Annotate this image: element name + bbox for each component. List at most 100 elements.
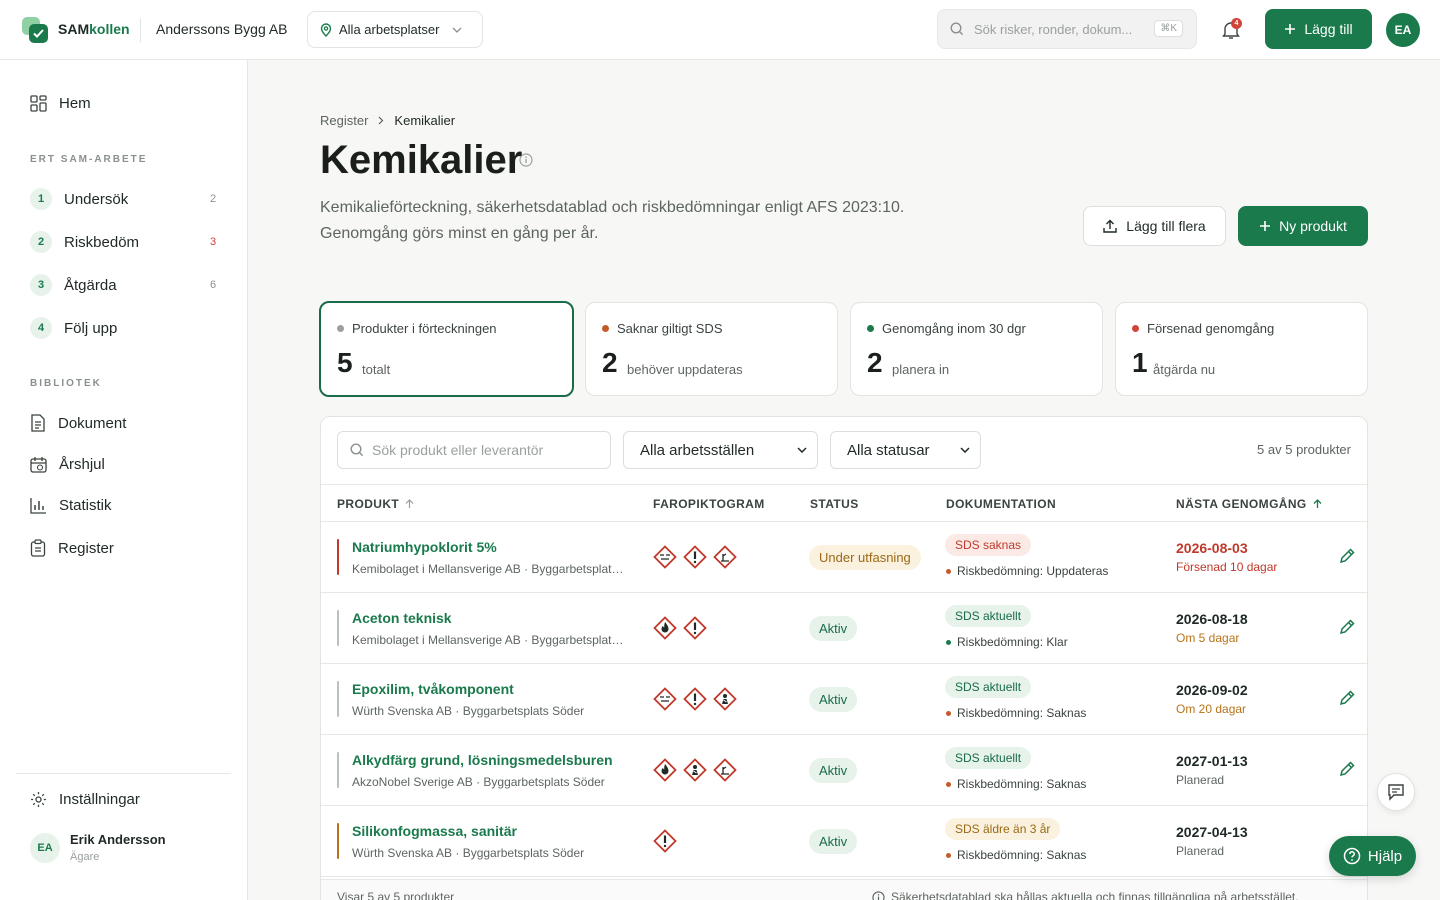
- site-selector[interactable]: Alla arbetsplatser: [307, 11, 483, 48]
- flammable-pictogram-icon: [653, 616, 677, 640]
- column-header-next-review[interactable]: NÄSTA GENOMGÅNG: [1176, 497, 1322, 511]
- table-row[interactable]: Aceton teknisk Kemibolaget i Mellansveri…: [321, 593, 1367, 664]
- plus-icon: [1285, 24, 1296, 34]
- product-name[interactable]: Natriumhypoklorit 5%: [352, 539, 497, 555]
- bulk-add-button[interactable]: Lägg till flera: [1083, 206, 1226, 246]
- bulk-add-label: Lägg till flera: [1126, 218, 1206, 234]
- add-button[interactable]: Lägg till: [1265, 9, 1372, 49]
- sidebar-item-home[interactable]: Hem: [30, 95, 91, 112]
- product-supplier: Kemibolaget i Mellansverige AB · Byggarb…: [352, 633, 627, 647]
- divider: [140, 18, 141, 42]
- status-dot: [337, 325, 344, 332]
- next-review-relative: Planerad: [1176, 773, 1225, 787]
- column-header-product[interactable]: PRODUKT: [337, 497, 414, 511]
- main-content: Register Kemikalier Kemikalier Kemikalie…: [248, 60, 1440, 900]
- table-row[interactable]: Alkydfärg grund, lösningsmedelsburen Akz…: [321, 735, 1367, 806]
- location-pin-icon: [320, 22, 332, 37]
- page-description: Kemikalieförteckning, säkerhetsdatablad …: [320, 199, 905, 242]
- plus-icon: [1260, 221, 1271, 231]
- notification-count-badge: 4: [1231, 18, 1242, 29]
- risk-assessment-status: Riskbedömning: Klar: [946, 635, 1068, 649]
- product-name[interactable]: Alkydfärg grund, lösningsmedelsburen: [352, 752, 613, 768]
- sidebar-item-register[interactable]: Register: [30, 539, 114, 557]
- product-name[interactable]: Silikonfogmassa, sanitär: [352, 823, 517, 839]
- sidebar-item-atgarda[interactable]: 3 Åtgärda: [30, 274, 117, 296]
- row-indicator: [337, 752, 339, 788]
- global-search-placeholder: Sök risker, ronder, dokum...: [974, 21, 1133, 37]
- next-review-relative: Försenad 10 dagar: [1176, 560, 1278, 574]
- new-product-label: Ny produkt: [1279, 218, 1347, 234]
- new-product-button[interactable]: Ny produkt: [1238, 206, 1368, 246]
- sidebar-item-undersok[interactable]: 1 Undersök: [30, 188, 128, 210]
- environment-pictogram-icon: [713, 758, 737, 782]
- sds-badge: SDS saknas: [945, 534, 1032, 556]
- breadcrumb: Register Kemikalier: [320, 113, 455, 128]
- next-review-date: 2026-09-02: [1176, 682, 1248, 698]
- product-supplier: Würth Svenska AB · Byggarbetsplats Söder: [352, 846, 585, 860]
- edit-icon[interactable]: [1339, 690, 1355, 706]
- site-selector-label: Alla arbetsplatser: [339, 22, 440, 37]
- exclamation-pictogram-icon: [653, 829, 677, 853]
- corrosive-pictogram-icon: [653, 545, 677, 569]
- notifications-button[interactable]: 4: [1220, 18, 1242, 41]
- page-title: Kemikalier: [320, 138, 523, 182]
- sidebar-item-settings[interactable]: Inställningar: [30, 791, 140, 808]
- sds-badge: SDS aktuellt: [945, 605, 1032, 627]
- stat-card-missing-sds[interactable]: Saknar giltigt SDS 2 behöver uppdateras: [585, 302, 838, 396]
- product-name[interactable]: Aceton teknisk: [352, 610, 452, 626]
- edit-icon[interactable]: [1339, 548, 1355, 564]
- site-filter-select[interactable]: Alla arbetsställen: [623, 431, 818, 469]
- table-row[interactable]: Silikonfogmassa, sanitär Würth Svenska A…: [321, 806, 1367, 877]
- sidebar-item-riskbedom[interactable]: 2 Riskbedöm: [30, 231, 139, 253]
- feedback-button[interactable]: [1377, 773, 1415, 811]
- column-header-status: STATUS: [810, 497, 859, 511]
- sidebar-item-label: Undersök: [64, 190, 129, 208]
- product-search-input[interactable]: Sök produkt eller leverantör: [337, 431, 611, 469]
- stat-card-total[interactable]: Produkter i förteckningen 5 totalt: [319, 301, 574, 397]
- brand-name[interactable]: SAMkollen: [58, 21, 130, 37]
- row-indicator: [337, 823, 339, 859]
- sidebar-item-folj-upp[interactable]: 4 Följ upp: [30, 317, 117, 339]
- sidebar-item-label: Statistik: [59, 497, 112, 514]
- step-count: 2: [210, 193, 217, 205]
- edit-icon[interactable]: [1339, 619, 1355, 635]
- table-footer: Visar 5 av 5 produkter Säkerhetsdatablad…: [321, 879, 1367, 900]
- help-button[interactable]: Hjälp: [1329, 836, 1416, 876]
- sidebar-item-arshjul[interactable]: Årshjul: [30, 456, 105, 473]
- stat-card-review-soon[interactable]: Genomgång inom 30 dgr 2 planera in: [850, 302, 1103, 396]
- document-icon: [31, 414, 45, 432]
- gear-icon: [31, 792, 46, 807]
- info-icon[interactable]: [519, 153, 533, 167]
- user-avatar[interactable]: EA: [30, 833, 60, 863]
- sidebar-item-label: Årshjul: [59, 456, 105, 473]
- sidebar-divider: [16, 773, 231, 774]
- product-name[interactable]: Epoxilim, tvåkomponent: [352, 681, 514, 697]
- chat-icon: [1388, 784, 1404, 801]
- sidebar-item-statistik[interactable]: Statistik: [30, 497, 112, 514]
- chevron-down-icon: [960, 447, 970, 453]
- chevron-down-icon: [452, 27, 462, 33]
- table-row[interactable]: Natriumhypoklorit 5% Kemibolaget i Mella…: [321, 522, 1367, 593]
- section-heading-sam: ERT SAM-ARBETE: [30, 154, 148, 165]
- status-badge: Aktiv: [809, 616, 858, 641]
- row-indicator: [337, 610, 339, 646]
- company-name: Anderssons Bygg AB: [156, 21, 288, 37]
- help-circle-icon: [1343, 847, 1361, 865]
- chevron-down-icon: [797, 447, 807, 453]
- breadcrumb-current: Kemikalier: [394, 113, 456, 128]
- health-hazard-pictogram-icon: [713, 687, 737, 711]
- risk-assessment-status: Riskbedömning: Uppdateras: [946, 564, 1108, 578]
- global-search-input[interactable]: Sök risker, ronder, dokum... ⌘K: [937, 9, 1197, 49]
- table-row[interactable]: Epoxilim, tvåkomponent Würth Svenska AB …: [321, 664, 1367, 735]
- sort-arrow-icon: [1313, 499, 1322, 508]
- sds-badge: SDS äldre än 3 år: [945, 818, 1061, 840]
- sidebar-item-dokument[interactable]: Dokument: [30, 414, 126, 432]
- product-supplier: Würth Svenska AB · Byggarbetsplats Söder: [352, 704, 585, 718]
- edit-icon[interactable]: [1339, 761, 1355, 777]
- status-filter-select[interactable]: Alla statusar: [830, 431, 981, 469]
- logo-icon[interactable]: [22, 17, 48, 43]
- sidebar-item-label: Följ upp: [64, 319, 118, 337]
- user-avatar[interactable]: EA: [1386, 13, 1420, 47]
- breadcrumb-parent[interactable]: Register: [320, 113, 368, 128]
- stat-card-overdue[interactable]: Försenad genomgång 1 åtgärda nu: [1115, 302, 1368, 396]
